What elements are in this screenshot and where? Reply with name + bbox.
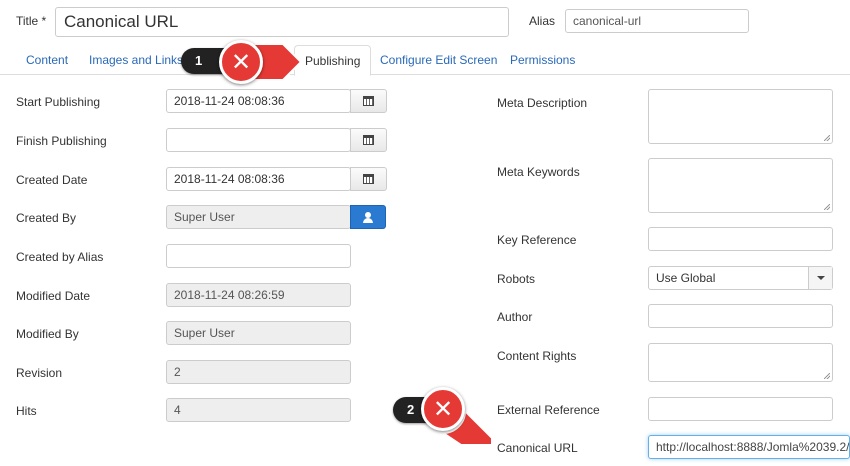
finish-publishing-calendar-button[interactable] (350, 128, 387, 152)
start-publishing-input[interactable]: 2018-11-24 08:08:36 (166, 89, 351, 113)
created-date-label: Created Date (16, 173, 88, 187)
modified-by-label: Modified By (16, 327, 79, 341)
created-date-calendar-button[interactable] (350, 167, 387, 191)
tab-configure-edit-screen[interactable]: Configure Edit Screen (380, 45, 497, 75)
created-date-input[interactable]: 2018-11-24 08:08:36 (166, 167, 351, 191)
select-user-button[interactable] (350, 205, 386, 229)
robots-select[interactable]: Use Global (648, 266, 833, 290)
user-icon (363, 211, 373, 223)
alias-label: Alias (529, 14, 556, 28)
title-row: Title * Alias (0, 7, 850, 37)
alias-input[interactable] (565, 9, 749, 33)
robots-selected-value: Use Global (656, 271, 716, 285)
canonical-url-label: Canonical URL (497, 441, 578, 455)
meta-description-textarea[interactable] (648, 89, 833, 144)
external-reference-input[interactable] (648, 397, 833, 421)
content-rights-textarea[interactable] (648, 343, 833, 382)
author-input[interactable] (648, 304, 833, 328)
tab-images-and-links[interactable]: Images and Links (89, 45, 183, 75)
tab-bar: Content Images and Links Publishing Conf… (0, 45, 850, 76)
author-label: Author (497, 310, 533, 324)
tab-content[interactable]: Content (26, 45, 68, 75)
chevron-down-icon (808, 267, 832, 289)
external-reference-label: External Reference (497, 403, 600, 417)
key-reference-label: Key Reference (497, 233, 577, 247)
modified-date-label: Modified Date (16, 289, 91, 303)
start-publishing-label: Start Publishing (16, 95, 101, 109)
meta-keywords-textarea[interactable] (648, 158, 833, 213)
calendar-icon (363, 96, 374, 106)
created-by-label: Created By (16, 211, 77, 225)
hits-input: 4 (166, 398, 351, 422)
created-by-alias-input[interactable] (166, 244, 351, 268)
content-rights-label: Content Rights (497, 349, 577, 363)
modified-by-input: Super User (166, 321, 351, 345)
title-label: Title * (16, 14, 47, 28)
tab-publishing[interactable]: Publishing (294, 45, 372, 76)
calendar-icon (363, 135, 374, 145)
close-icon: ✕ (421, 387, 465, 431)
created-by-input: Super User (166, 205, 351, 229)
title-input[interactable] (55, 7, 509, 37)
revision-label: Revision (16, 366, 63, 380)
meta-description-label: Meta Description (497, 96, 588, 110)
revision-input: 2 (166, 360, 351, 384)
hits-label: Hits (16, 404, 37, 418)
key-reference-input[interactable] (648, 227, 833, 251)
finish-publishing-input[interactable] (166, 128, 351, 152)
callout-2: 2 ✕ (393, 385, 493, 447)
tab-permissions[interactable]: Permissions (510, 45, 575, 75)
modified-date-input: 2018-11-24 08:26:59 (166, 283, 351, 307)
calendar-icon (363, 174, 374, 184)
canonical-url-input[interactable]: http://localhost:8888/Jomla%2039.2/ind (648, 435, 850, 459)
created-by-alias-label: Created by Alias (16, 250, 104, 264)
finish-publishing-label: Finish Publishing (16, 134, 107, 148)
robots-label: Robots (497, 272, 536, 286)
start-publishing-calendar-button[interactable] (350, 89, 387, 113)
callout-1: 1 ✕ (181, 34, 303, 90)
close-icon: ✕ (219, 40, 263, 84)
meta-keywords-label: Meta Keywords (497, 165, 580, 179)
